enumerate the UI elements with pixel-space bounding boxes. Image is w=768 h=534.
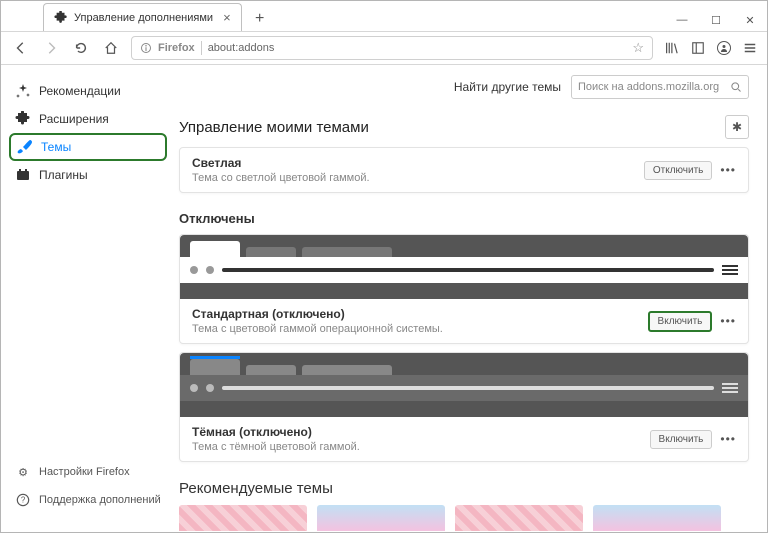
tab-title: Управление дополнениями (74, 12, 213, 24)
theme-preview (180, 353, 748, 417)
sidebar-item-recommendations[interactable]: Рекомендации (1, 77, 175, 105)
url-text: about:addons (208, 42, 275, 54)
window-titlebar: Управление дополнениями × + — ☐ ✕ (1, 1, 767, 31)
theme-card-dark: Тёмная (отключено) Тема с тёмной цветово… (179, 352, 749, 462)
sidebar-label: Темы (41, 140, 71, 154)
page-heading: Управление моими темами (179, 119, 369, 136)
brush-icon (17, 139, 33, 155)
sidebar-label: Рекомендации (39, 84, 121, 98)
theme-disable-button[interactable]: Отключить (644, 161, 713, 180)
addons-sidebar: Рекомендации Расширения Темы Плагины ⚙ Н… (1, 65, 175, 534)
bookmark-star-icon[interactable]: ☆ (632, 40, 644, 56)
themes-settings-button[interactable]: ✱ (725, 115, 749, 139)
new-tab-button[interactable]: + (248, 7, 272, 31)
window-minimize-button[interactable]: — (665, 9, 699, 31)
gear-icon: ⚙ (15, 464, 31, 480)
window-maximize-button[interactable]: ☐ (699, 9, 733, 31)
addons-icon (54, 11, 68, 25)
window-close-button[interactable]: ✕ (733, 9, 767, 31)
sidebar-label: Расширения (39, 112, 109, 126)
theme-desc: Тема с цветовой гаммой операционной сист… (192, 323, 443, 335)
window-controls: — ☐ ✕ (665, 9, 767, 31)
svg-text:?: ? (21, 496, 26, 505)
recommended-heading: Рекомендуемые темы (179, 480, 749, 497)
nav-home-button[interactable] (101, 38, 121, 58)
sidebar-label: Настройки Firefox (39, 466, 130, 478)
theme-preview (180, 235, 748, 299)
recommended-theme-tile[interactable] (317, 505, 445, 531)
identity-label: Firefox (158, 42, 195, 54)
browser-tab[interactable]: Управление дополнениями × (43, 3, 242, 31)
app-menu-icon[interactable] (743, 41, 757, 55)
nav-forward-button[interactable] (41, 38, 61, 58)
library-icon[interactable] (663, 41, 679, 55)
theme-more-button[interactable]: ••• (720, 432, 736, 446)
search-label: Найти другие темы (454, 80, 561, 94)
tabs-strip: Управление дополнениями × + (1, 1, 272, 31)
puzzle-icon (15, 111, 31, 127)
search-placeholder: Поиск на addons.mozilla.org (578, 81, 719, 93)
search-icon (730, 81, 742, 93)
disabled-heading: Отключены (179, 211, 749, 226)
account-icon[interactable] (717, 41, 731, 55)
identity-icon (140, 42, 152, 54)
content-area: Найти другие темы Поиск на addons.mozill… (175, 65, 767, 534)
tab-close-icon[interactable]: × (223, 11, 231, 24)
theme-name: Тёмная (отключено) (192, 425, 360, 439)
nav-back-button[interactable] (11, 38, 31, 58)
theme-card-standard: Стандартная (отключено) Тема с цветовой … (179, 234, 749, 344)
recommended-theme-tile[interactable] (455, 505, 583, 531)
theme-card-enabled: Светлая Тема со светлой цветовой гаммой.… (179, 147, 749, 193)
sidebar-item-extensions[interactable]: Расширения (1, 105, 175, 133)
sparkle-icon (15, 83, 31, 99)
sidebar-label: Поддержка дополнений (39, 494, 161, 506)
nav-reload-button[interactable] (71, 38, 91, 58)
theme-name: Стандартная (отключено) (192, 307, 443, 321)
sidebar-item-firefox-settings[interactable]: ⚙ Настройки Firefox (1, 458, 175, 486)
theme-enable-button[interactable]: Включить (650, 430, 713, 449)
plugin-icon (15, 167, 31, 183)
help-icon: ? (15, 492, 31, 508)
recommended-strip (179, 505, 749, 531)
url-bar[interactable]: Firefox about:addons ☆ (131, 36, 653, 60)
sidebar-item-plugins[interactable]: Плагины (1, 161, 175, 189)
browser-toolbar: Firefox about:addons ☆ (1, 31, 767, 65)
theme-enable-button[interactable]: Включить (648, 311, 713, 332)
sidebar-item-themes[interactable]: Темы (9, 133, 167, 161)
recommended-theme-tile[interactable] (179, 505, 307, 531)
recommended-theme-tile[interactable] (593, 505, 721, 531)
theme-desc: Тема с тёмной цветовой гаммой. (192, 441, 360, 453)
theme-more-button[interactable]: ••• (720, 314, 736, 328)
theme-name: Светлая (192, 156, 370, 170)
urlbar-divider (201, 41, 202, 55)
addons-search-input[interactable]: Поиск на addons.mozilla.org (571, 75, 749, 99)
sidebar-label: Плагины (39, 168, 88, 182)
theme-more-button[interactable]: ••• (720, 163, 736, 177)
sidebar-item-addons-support[interactable]: ? Поддержка дополнений (1, 486, 175, 514)
theme-desc: Тема со светлой цветовой гаммой. (192, 172, 370, 184)
sidebar-toggle-icon[interactable] (691, 41, 705, 55)
